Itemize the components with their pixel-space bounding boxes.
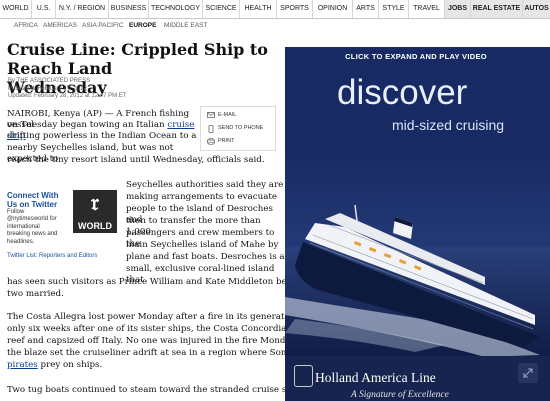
- subnav-europe[interactable]: EUROPE: [129, 19, 156, 33]
- share-tools: E-MAIL SEND TO PHONE PRINT: [200, 106, 276, 151]
- nav-tab-travel[interactable]: TRAVEL: [409, 0, 445, 18]
- cruise-ship-image: [285, 147, 550, 357]
- email-share[interactable]: E-MAIL: [207, 110, 236, 120]
- holland-america-ad[interactable]: CLICK TO EXPAND AND PLAY VIDEO discover …: [285, 47, 550, 401]
- email-label: E-MAIL: [218, 112, 237, 118]
- envelope-icon: [207, 111, 215, 118]
- ad-headline: discover: [337, 73, 468, 112]
- headline-line-1: Cruise Line: Crippled Ship to Reach Land: [7, 40, 268, 78]
- nav-tab-jobs[interactable]: JOBS: [445, 0, 471, 18]
- connect-text-line: @nytimesworld for: [7, 216, 57, 223]
- paragraph-3-line: only six weeks after one of its sister s…: [7, 324, 312, 334]
- nav-tab-technology[interactable]: TECHNOLOGY: [149, 0, 203, 18]
- nav-tab-style[interactable]: STYLE: [379, 0, 409, 18]
- connect-text-line: international: [7, 223, 40, 230]
- paragraph-2-line: plane and fast boats. Desroches is a: [126, 252, 285, 262]
- paragraph-2-line: Seychelles authorities said they are: [126, 180, 284, 190]
- nyt-t-logo-icon: 𝔯: [91, 190, 99, 216]
- region-subnavigation: AFRICA AMERICAS ASIA PACIFIC EUROPE MIDD…: [0, 19, 550, 33]
- nav-tab-health[interactable]: HEALTH: [240, 0, 277, 18]
- paragraph-1-line-5: reach the tiny resort island until Wedne…: [7, 155, 265, 165]
- connect-title-line-1: Connect With: [7, 191, 59, 200]
- paragraph-1-line-3: drifting powerless in the Indian Ocean t…: [7, 131, 197, 141]
- nav-tab-world[interactable]: WORLD: [0, 0, 32, 18]
- byline-author: By THE ASSOCIATED PRESS: [8, 78, 91, 84]
- article-byline: By THE ASSOCIATED PRESS Published: Febru…: [8, 78, 126, 101]
- paragraph-2-line: making arrangements to evacuate: [126, 192, 278, 202]
- nav-tab-business[interactable]: BUSINESS: [109, 0, 149, 18]
- ad-brand-name: Holland America Line: [315, 370, 436, 385]
- subnav-asia-pacific[interactable]: ASIA PACIFIC: [82, 19, 123, 33]
- nyt-world-badge[interactable]: 𝔯 WORLD: [73, 190, 117, 233]
- pirates-link[interactable]: pirates: [7, 360, 38, 370]
- connect-text-line: breaking news and: [7, 231, 58, 238]
- connect-text-line: Follow: [7, 209, 25, 215]
- printer-icon: [207, 137, 215, 145]
- paragraph-1-text: on Tuesday began towing an Italian: [7, 120, 168, 130]
- paragraph-4-line: Two tug boats continued to steam toward …: [7, 385, 314, 395]
- paragraph-3-line: pirates prey on ships.: [7, 360, 282, 371]
- print-share[interactable]: PRINT: [207, 136, 235, 146]
- world-badge-label: WORLD: [78, 221, 112, 231]
- connect-twitter-title[interactable]: Connect With Us on Twitter: [7, 191, 58, 209]
- paragraph-2-line: two married.: [7, 289, 64, 299]
- paragraph-3-line: reef and capsized off Italy. No one was …: [7, 336, 315, 346]
- nav-tab-real-estate[interactable]: REAL ESTATE: [471, 0, 523, 18]
- nav-tab-science[interactable]: SCIENCE: [203, 0, 240, 18]
- connect-twitter-text: Follow @nytimesworld for international b…: [7, 209, 69, 246]
- paragraph-2-line: has seen such visitors as Prince William…: [7, 277, 322, 287]
- send-to-phone-share[interactable]: SEND TO PHONE: [207, 123, 263, 133]
- byline-updated: Updated: February 28, 2012 at 12:47 PM E…: [8, 93, 127, 99]
- connect-title-line-2: Us on Twitter: [7, 200, 58, 209]
- ad-subheadline: mid-sized cruising: [392, 117, 505, 133]
- phone-icon: [207, 124, 215, 133]
- nav-tab-us[interactable]: U.S.: [32, 0, 56, 18]
- ad-expand-cta[interactable]: CLICK TO EXPAND AND PLAY VIDEO: [285, 52, 547, 61]
- byline-published: Published: February 27, 2012: [8, 85, 87, 92]
- paragraph-3-line: the blaze set the cruiseliner adrift at …: [7, 348, 300, 358]
- nav-tab-arts[interactable]: ARTS: [353, 0, 379, 18]
- connect-text-line: headlines.: [7, 238, 35, 245]
- subnav-americas[interactable]: AMERICAS: [43, 19, 77, 33]
- subnav-middle-east[interactable]: MIDDLE EAST: [164, 19, 207, 33]
- twitter-list-link[interactable]: Twitter List: Reporters and Editors: [7, 253, 97, 259]
- expand-icon[interactable]: [518, 363, 538, 383]
- send-to-phone-label: SEND TO PHONE: [218, 125, 264, 131]
- paragraph-2-line: main Seychelles island of Mahe by: [126, 240, 279, 250]
- nav-tab-ny-region[interactable]: N.Y. / REGION: [56, 0, 109, 18]
- print-label: PRINT: [218, 138, 235, 144]
- paragraph-3-line: The Costa Allegra lost power Monday afte…: [7, 312, 320, 322]
- section-navigation: WORLD U.S. N.Y. / REGION BUSINESS TECHNO…: [0, 0, 550, 19]
- subnav-africa[interactable]: AFRICA: [14, 19, 38, 33]
- ad-tagline: A Signature of Excellence: [351, 390, 449, 400]
- nav-tab-autos[interactable]: AUTOS: [523, 0, 550, 18]
- holland-america-seal-icon: [294, 365, 313, 387]
- nav-tab-sports[interactable]: SPORTS: [277, 0, 313, 18]
- paragraph-3-tail: prey on ships.: [37, 360, 103, 370]
- nav-tab-opinion[interactable]: OPINION: [313, 0, 353, 18]
